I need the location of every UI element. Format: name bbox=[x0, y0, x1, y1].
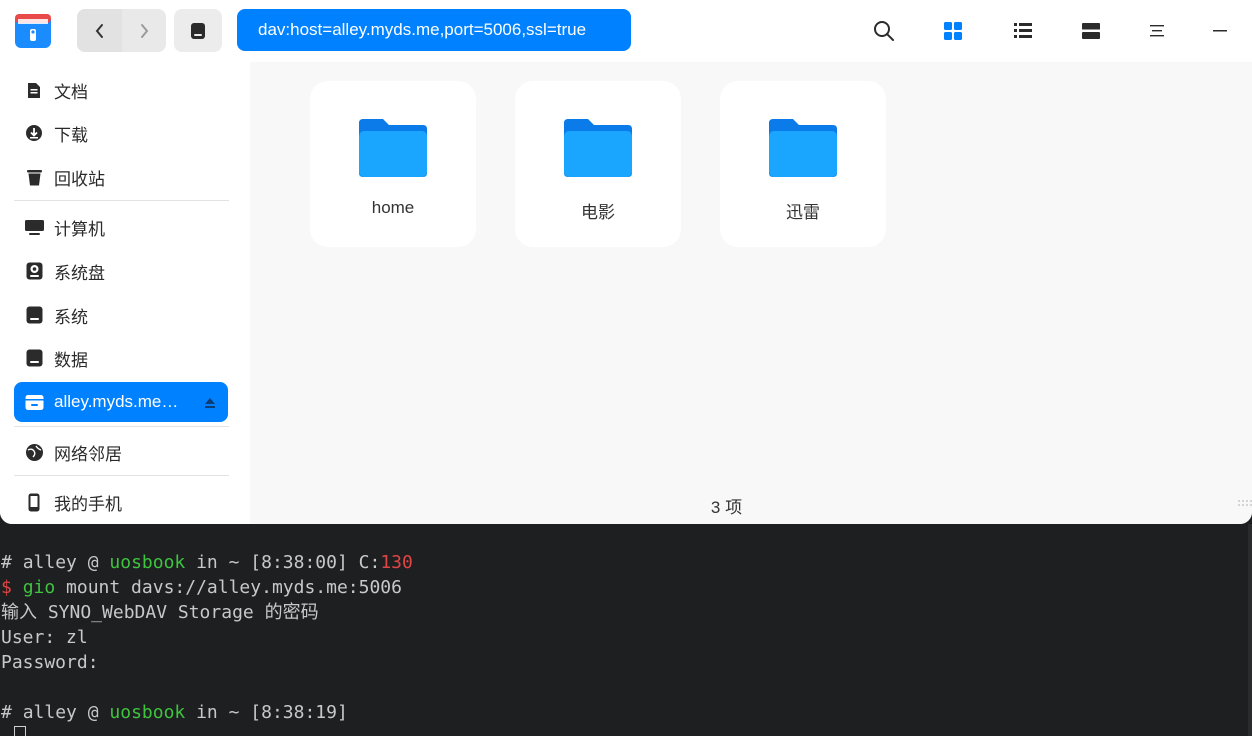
sidebar-item-network[interactable]: 网络邻居 bbox=[14, 432, 228, 472]
minimize-icon bbox=[1213, 30, 1227, 32]
prompt-at: @ bbox=[76, 552, 110, 573]
sidebar-item-label: 数据 bbox=[54, 350, 88, 370]
folder-item[interactable]: home bbox=[310, 81, 476, 247]
sidebar-item-trash[interactable]: 回收站 bbox=[14, 157, 228, 197]
list-view-button[interactable] bbox=[1005, 13, 1041, 49]
prompt-in: in bbox=[185, 552, 229, 573]
folder-item[interactable]: 电影 bbox=[515, 81, 681, 247]
terminal-scrollbar[interactable] bbox=[1248, 524, 1252, 736]
sidebar-item-documents[interactable]: 文档 bbox=[14, 70, 228, 110]
search-icon bbox=[874, 21, 894, 41]
navigation-buttons bbox=[77, 9, 166, 52]
sidebar-item-data[interactable]: 数据 bbox=[14, 338, 228, 378]
sidebar-item-computer[interactable]: 计算机 bbox=[14, 207, 228, 247]
folder-name: 迅雷 bbox=[786, 203, 820, 222]
disk-icon bbox=[14, 338, 54, 378]
prompt-hash: # bbox=[1, 552, 23, 573]
file-manager-window: dav:host=alley.myds.me,port=5006,ssl=tru… bbox=[0, 0, 1252, 524]
command-name: gio bbox=[22, 577, 56, 598]
command-args: mount davs://alley.myds.me:5006 bbox=[55, 577, 402, 598]
prompt-time: [8:38:00] C: bbox=[239, 552, 381, 573]
main-menu-button[interactable] bbox=[1139, 13, 1175, 49]
prompt-user: alley bbox=[22, 552, 77, 573]
resize-grip-icon[interactable] bbox=[1238, 500, 1252, 506]
drive-icon bbox=[191, 22, 205, 39]
address-bar[interactable]: dav:host=alley.myds.me,port=5006,ssl=tru… bbox=[237, 9, 631, 51]
sidebar-item-label: alley.myds.me… bbox=[54, 392, 179, 411]
minimize-button[interactable] bbox=[1202, 13, 1238, 49]
terminal-line: 输入 SYNO_WebDAV Storage 的密码 bbox=[1, 602, 319, 623]
file-view: home 电影 迅雷 3 项 bbox=[250, 62, 1252, 524]
sidebar-item-label: 系统盘 bbox=[54, 263, 105, 283]
folder-name: home bbox=[371, 198, 415, 217]
prompt-symbol bbox=[1, 725, 12, 736]
back-button[interactable] bbox=[77, 9, 122, 52]
folder-icon bbox=[564, 119, 632, 177]
prompt-path: ~ bbox=[228, 552, 240, 573]
prompt-in: in bbox=[185, 702, 229, 723]
sidebar-item-downloads[interactable]: 下载 bbox=[14, 113, 228, 153]
prompt-at: @ bbox=[76, 702, 110, 723]
computer-icon bbox=[14, 207, 54, 247]
grid-view-button[interactable] bbox=[935, 13, 971, 49]
menu-icon bbox=[1150, 25, 1164, 37]
sidebar-item-label: 文档 bbox=[54, 82, 88, 102]
folder-icon bbox=[359, 119, 427, 177]
sidebar-divider bbox=[14, 200, 229, 201]
sidebar-item-phone[interactable]: 我的手机 bbox=[14, 482, 228, 522]
sidebar-item-system-disk[interactable]: 系统盘 bbox=[14, 251, 228, 291]
forward-button[interactable] bbox=[122, 9, 166, 52]
detail-view-button[interactable] bbox=[1073, 13, 1109, 49]
network-drive-icon bbox=[14, 382, 54, 422]
folder-icon bbox=[769, 119, 837, 177]
sidebar: 文档 下载 回收站 计算机 系统盘 系统 数据 alley.myds.me… 网… bbox=[0, 62, 250, 524]
prompt-path: ~ bbox=[228, 702, 240, 723]
prompt-host: uosbook bbox=[109, 552, 186, 573]
sidebar-divider bbox=[14, 426, 229, 427]
terminal-line: User: zl bbox=[1, 627, 88, 648]
trash-icon bbox=[14, 157, 54, 197]
sidebar-divider bbox=[14, 475, 229, 476]
folder-name: 电影 bbox=[581, 203, 615, 222]
prompt-hash: # bbox=[1, 702, 23, 723]
exit-code: 130 bbox=[380, 552, 413, 573]
eject-icon[interactable] bbox=[204, 394, 216, 413]
sidebar-item-label: 下载 bbox=[54, 125, 88, 145]
item-count-status: 3 项 bbox=[710, 498, 743, 517]
sidebar-item-label: 网络邻居 bbox=[54, 444, 122, 464]
download-icon bbox=[14, 113, 54, 153]
sidebar-item-label: 我的手机 bbox=[54, 494, 122, 514]
text-cursor bbox=[13, 725, 26, 736]
sidebar-item-system[interactable]: 系统 bbox=[14, 295, 228, 335]
prompt-symbol: $ bbox=[1, 577, 23, 598]
terminal-line: Password: bbox=[1, 652, 99, 673]
folder-item[interactable]: 迅雷 bbox=[720, 81, 886, 247]
network-icon bbox=[14, 432, 54, 472]
document-icon bbox=[14, 70, 54, 110]
title-bar: dav:host=alley.myds.me,port=5006,ssl=tru… bbox=[0, 0, 1252, 62]
system-disk-icon bbox=[14, 251, 54, 291]
terminal-output[interactable]: # alley @ uosbook in ~ [8:38:00] C:130 $… bbox=[0, 524, 1252, 736]
terminal-line: $ gio mount davs://alley.myds.me:5006 bbox=[1, 575, 402, 600]
root-crumb-button[interactable] bbox=[174, 9, 222, 52]
sidebar-item-label: 回收站 bbox=[54, 169, 105, 189]
terminal-line: # alley @ uosbook in ~ [8:38:00] C:130 bbox=[1, 550, 413, 575]
chevron-left-icon bbox=[95, 23, 103, 38]
search-button[interactable] bbox=[866, 13, 902, 49]
prompt-host: uosbook bbox=[109, 702, 186, 723]
terminal-line: # alley @ uosbook in ~ [8:38:19] bbox=[1, 700, 348, 725]
chevron-right-icon bbox=[141, 23, 149, 38]
sidebar-item-label: 计算机 bbox=[54, 219, 105, 239]
detail-view-icon bbox=[1082, 23, 1100, 39]
file-manager-logo-icon bbox=[15, 14, 51, 48]
list-view-icon bbox=[1014, 23, 1032, 38]
grid-view-icon bbox=[944, 22, 962, 40]
prompt-time: [8:38:19] bbox=[239, 702, 348, 723]
prompt-user: alley bbox=[22, 702, 77, 723]
terminal-input-line[interactable] bbox=[1, 723, 26, 736]
phone-icon bbox=[14, 482, 54, 522]
sidebar-item-label: 系统 bbox=[54, 307, 88, 327]
disk-icon bbox=[14, 295, 54, 335]
sidebar-item-network-mount[interactable]: alley.myds.me… bbox=[14, 382, 228, 422]
